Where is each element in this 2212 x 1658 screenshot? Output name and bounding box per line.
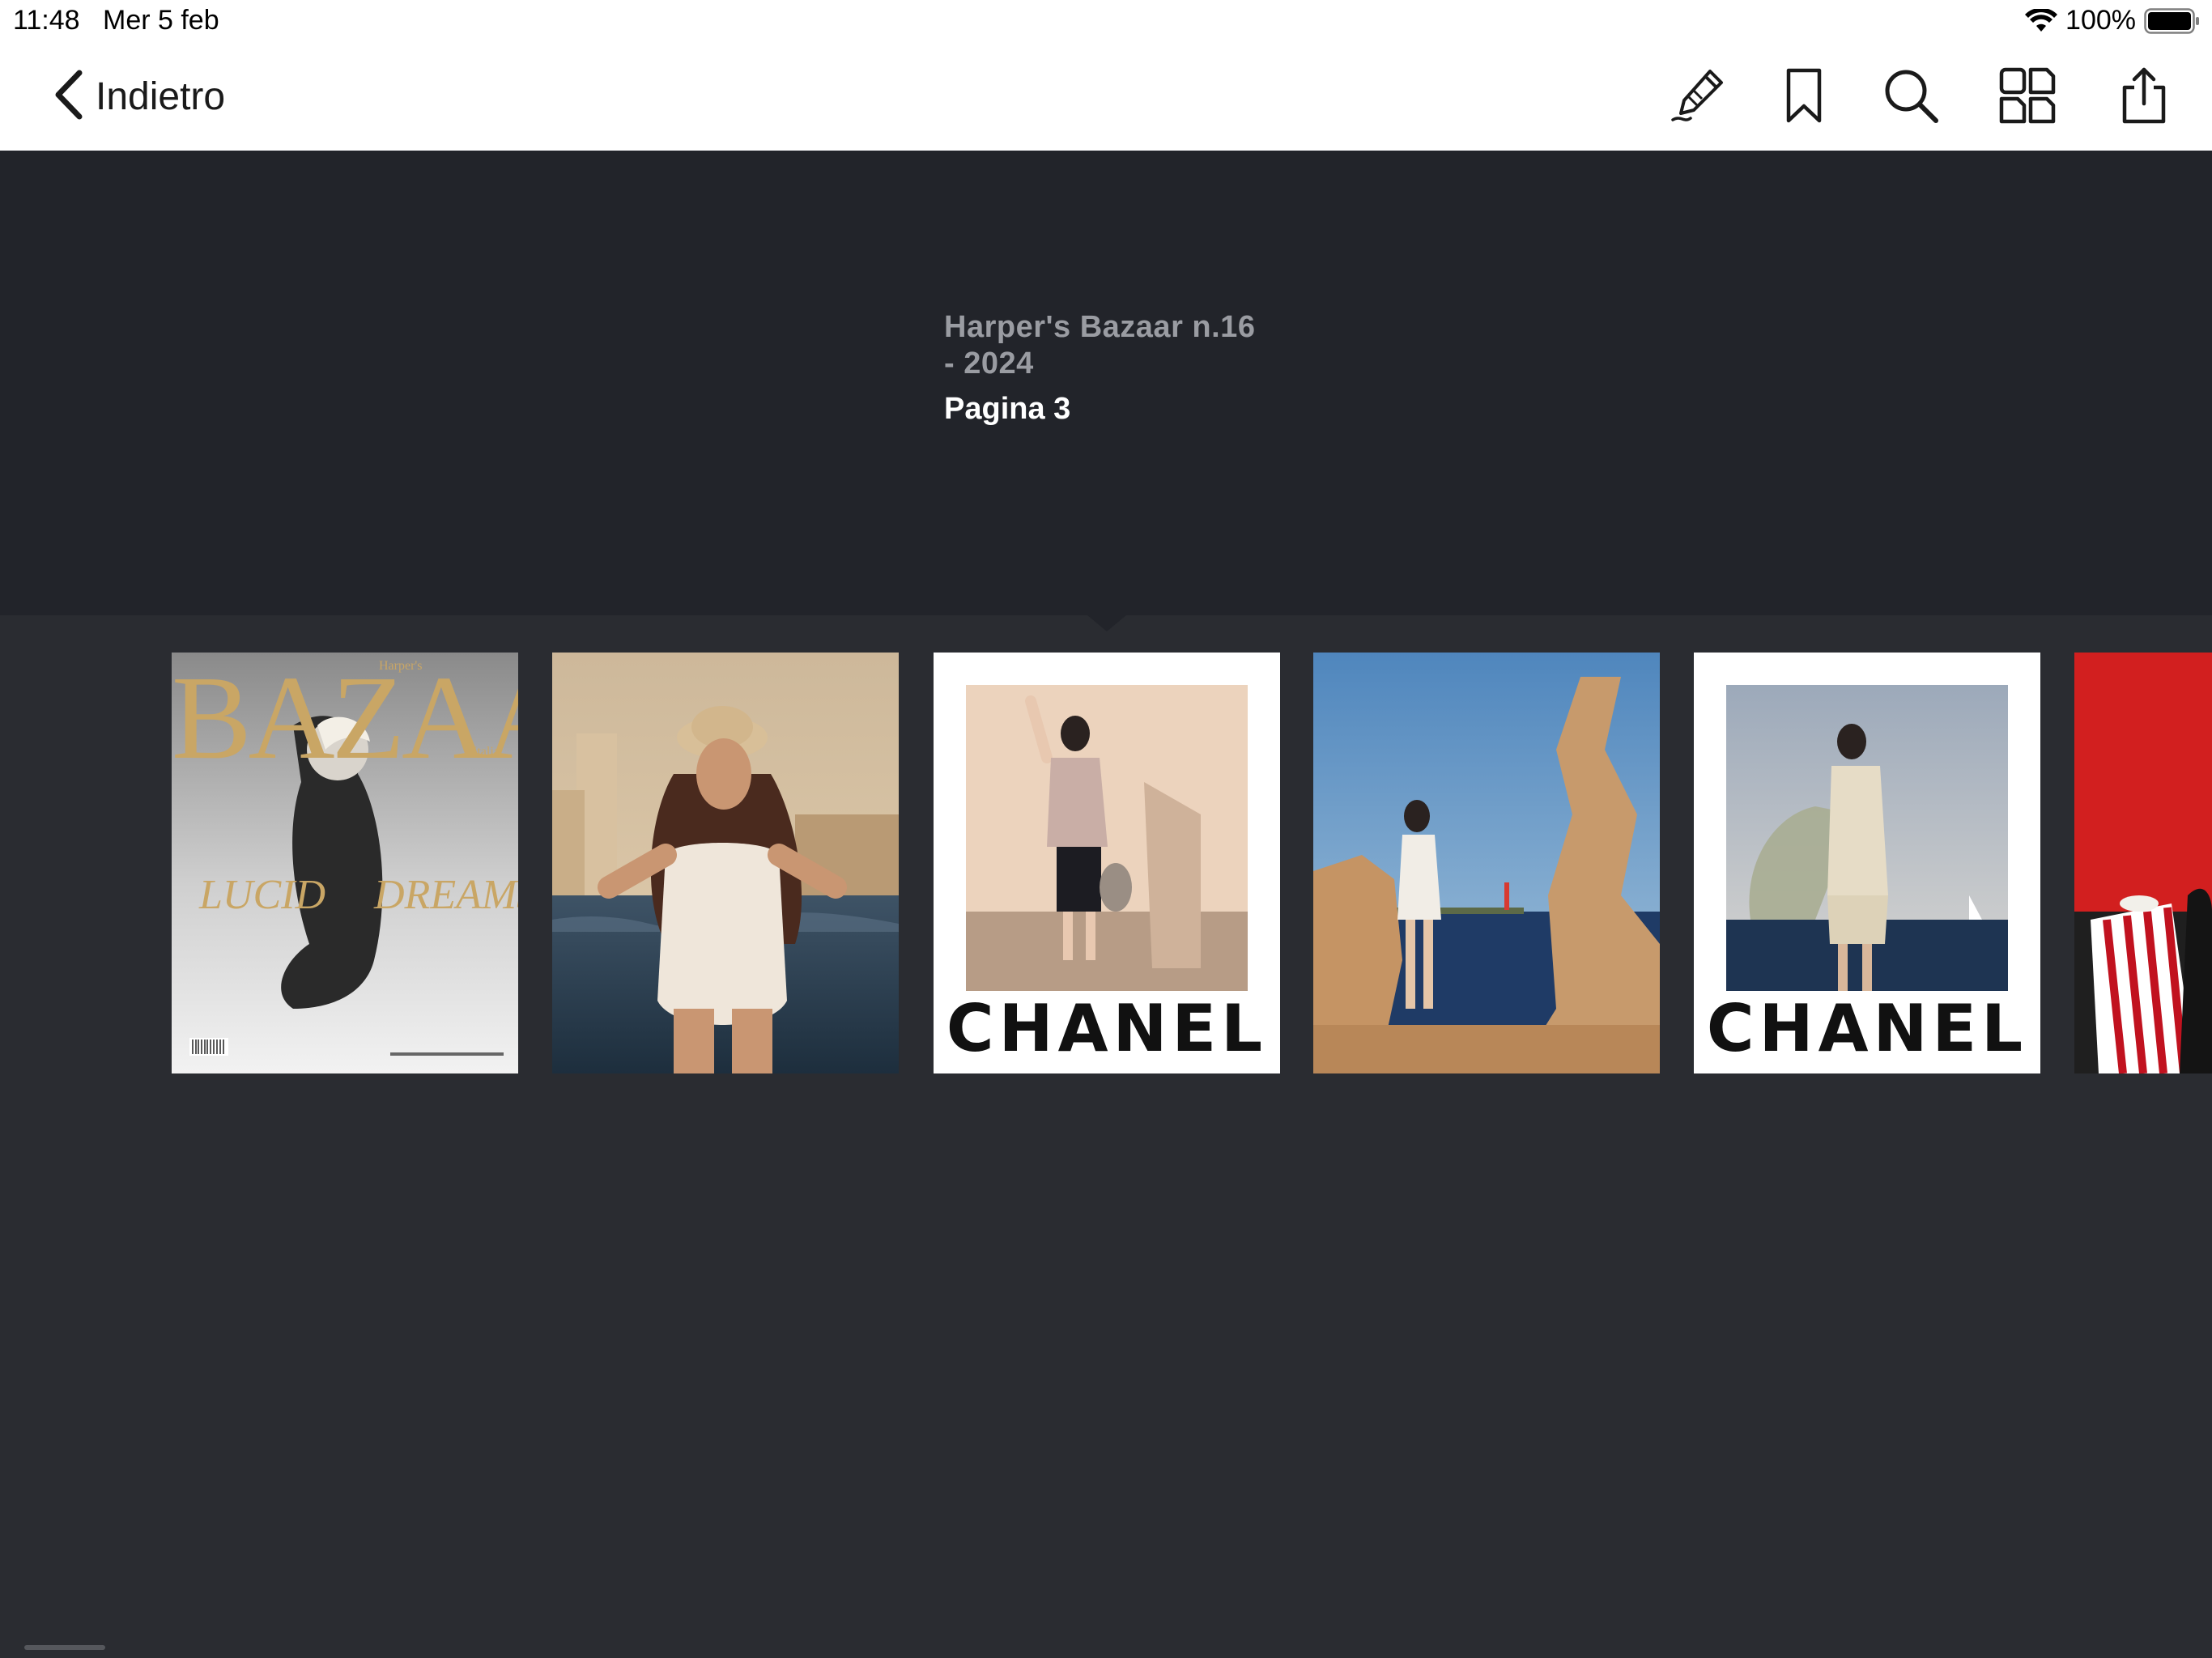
status-right: 100% bbox=[2025, 5, 2201, 36]
search-button[interactable] bbox=[1878, 65, 1943, 130]
cover-line-left: LUCID bbox=[199, 872, 326, 918]
document-title: Harper's Bazaar n.16 - 2024 bbox=[944, 310, 1256, 380]
page-thumbnail-4[interactable] bbox=[1313, 653, 1660, 1073]
battery-icon bbox=[2144, 7, 2201, 34]
current-page-pointer bbox=[1087, 615, 1126, 631]
page-thumbnail-cover[interactable]: BAZAAR Harper's Italia LUCID DREAMS bbox=[172, 653, 518, 1073]
page-thumbnail-6[interactable] bbox=[2074, 653, 2212, 1073]
status-date: Mer 5 feb bbox=[103, 5, 219, 36]
search-icon bbox=[1882, 66, 1940, 129]
back-label: Indietro bbox=[96, 74, 226, 118]
cover-line-right: DREAMS bbox=[374, 872, 518, 918]
ad-brand-logo: CHANEL bbox=[1706, 991, 2028, 1066]
document-info-panel: Harper's Bazaar n.16 - 2024 Pagina 3 bbox=[0, 151, 2212, 615]
page-grid-icon bbox=[1998, 66, 2057, 129]
markup-button[interactable] bbox=[1666, 65, 1731, 130]
page-thumbnails[interactable]: BAZAAR Harper's Italia LUCID DREAMS bbox=[0, 653, 2212, 1073]
navigation-bar: Indietro bbox=[0, 42, 2212, 151]
status-time: 11:48 bbox=[13, 5, 80, 36]
page-thumbnail-5[interactable]: CHANEL bbox=[1694, 653, 2040, 1073]
battery-percent: 100% bbox=[2065, 5, 2136, 36]
cover-masthead: BAZAAR bbox=[172, 653, 518, 784]
page-thumbnail-3[interactable]: CHANEL bbox=[934, 653, 1280, 1073]
page-number: Pagina 3 bbox=[944, 392, 1071, 426]
chevron-left-icon bbox=[52, 70, 84, 124]
ad-brand-logo: CHANEL bbox=[946, 991, 1268, 1066]
cover-brand-small: Harper's bbox=[379, 659, 423, 673]
bookmark-button[interactable] bbox=[1772, 65, 1836, 130]
wifi-icon bbox=[2025, 8, 2058, 33]
share-icon bbox=[2120, 66, 2168, 129]
status-bar: 11:48 Mer 5 feb 100% bbox=[0, 0, 2212, 42]
home-indicator[interactable] bbox=[24, 1645, 105, 1650]
share-button[interactable] bbox=[2112, 65, 2176, 130]
page-grid-button[interactable] bbox=[1995, 65, 2060, 130]
cover-edition: Italia bbox=[473, 745, 500, 759]
markup-pen-icon bbox=[1670, 66, 1728, 129]
bookmark-icon bbox=[1784, 67, 1824, 128]
back-button[interactable]: Indietro bbox=[52, 70, 225, 123]
page-thumbnail-2[interactable] bbox=[552, 653, 899, 1073]
